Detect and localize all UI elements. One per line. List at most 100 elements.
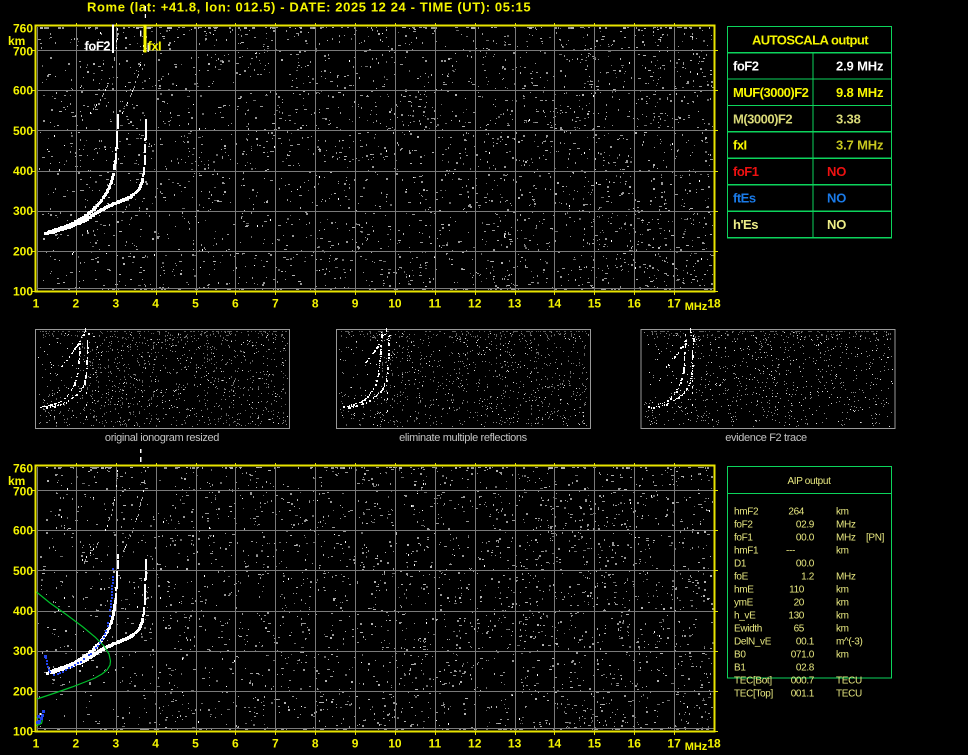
svg-text:400: 400 [13,604,33,618]
svg-text:13: 13 [508,297,522,311]
svg-text:14: 14 [548,297,562,311]
svg-text:TECU: TECU [836,689,862,700]
svg-text:00.1: 00.1 [796,637,815,648]
svg-text:DelN_vE: DelN_vE [734,637,772,648]
svg-text:16: 16 [628,297,642,311]
svg-text:TECU: TECU [836,676,862,687]
svg-text:11: 11 [428,737,441,751]
svg-text:300: 300 [13,204,33,218]
svg-text:200: 200 [13,244,33,258]
svg-text:MHz: MHz [685,741,708,753]
svg-text:NO: NO [827,164,846,179]
svg-text:Ewidth: Ewidth [734,624,762,635]
svg-text:km: km [836,585,849,596]
svg-text:hmF2: hmF2 [734,507,759,518]
svg-text:14: 14 [548,737,562,751]
svg-text:8: 8 [312,297,319,311]
svg-text:NO: NO [827,217,846,232]
svg-text:ymE: ymE [734,598,754,609]
svg-text:600: 600 [13,84,33,98]
svg-text:300: 300 [13,644,33,658]
svg-text:km: km [836,611,849,622]
svg-text:km: km [836,507,849,518]
svg-text:15: 15 [588,297,602,311]
svg-text:7: 7 [272,737,279,751]
svg-text:MUF(3000)F2: MUF(3000)F2 [733,85,809,100]
svg-text:400: 400 [13,164,33,178]
svg-text:---: --- [786,546,795,557]
svg-text:2: 2 [73,297,80,311]
svg-text:264: 264 [788,507,804,518]
svg-text:TEC[Bot]: TEC[Bot] [734,676,772,687]
svg-text:3: 3 [112,297,119,311]
svg-text:km: km [836,650,849,661]
svg-text:foF1: foF1 [734,533,753,544]
svg-text:1.2: 1.2 [801,572,815,583]
svg-text:fxI: fxI [148,39,162,54]
svg-text:500: 500 [13,564,33,578]
svg-text:02.9: 02.9 [796,520,815,531]
svg-text:2.9 MHz: 2.9 MHz [836,58,884,73]
svg-text:1: 1 [33,297,40,311]
svg-text:9: 9 [352,737,359,751]
svg-text:3.7 MHz: 3.7 MHz [836,138,884,153]
svg-text:5: 5 [192,297,199,311]
svg-text:hmE: hmE [734,585,754,596]
svg-text:km: km [836,546,849,557]
svg-text:original ionogram resized: original ionogram resized [105,432,219,444]
svg-text:17: 17 [667,737,681,751]
svg-text:MHz: MHz [836,520,856,531]
svg-text:600: 600 [13,524,33,538]
svg-text:MHz: MHz [836,572,856,583]
svg-text:10: 10 [388,737,402,751]
svg-text:km: km [836,598,849,609]
svg-text:6: 6 [232,297,239,311]
svg-text:001.1: 001.1 [791,689,815,700]
svg-text:foF2: foF2 [85,39,111,54]
svg-text:00.0: 00.0 [796,559,815,570]
svg-text:hmF1: hmF1 [734,546,759,557]
svg-text:foF2: foF2 [734,520,753,531]
svg-text:15: 15 [588,737,602,751]
svg-text:13: 13 [508,737,522,751]
svg-text:7: 7 [272,297,279,311]
svg-text:m^(-3): m^(-3) [836,637,862,648]
svg-text:M(3000)F2: M(3000)F2 [733,111,792,126]
svg-text:h'Es: h'Es [733,217,758,232]
svg-text:6: 6 [232,737,239,751]
svg-text:NO: NO [827,191,846,206]
svg-text:[PN]: [PN] [866,533,885,544]
svg-text:20: 20 [794,598,805,609]
svg-text:00.0: 00.0 [796,533,815,544]
svg-text:fxI: fxI [733,138,747,153]
svg-text:110: 110 [789,585,805,596]
svg-text:km: km [836,624,849,635]
svg-text:eliminate multiple reflections: eliminate multiple reflections [399,432,528,444]
svg-text:16: 16 [628,737,642,751]
svg-text:8: 8 [312,737,319,751]
svg-text:2: 2 [73,737,80,751]
svg-text:km: km [8,474,25,488]
svg-text:km: km [8,34,25,48]
svg-text:MHz: MHz [685,301,708,313]
svg-text:evidence F2 trace: evidence F2 trace [725,432,807,444]
svg-text:ftEs: ftEs [733,191,756,206]
svg-text:foE: foE [734,572,749,583]
svg-text:100: 100 [13,285,33,299]
svg-text:4: 4 [152,297,159,311]
svg-text:100: 100 [13,725,33,739]
svg-text:18: 18 [707,737,721,751]
svg-text:17: 17 [667,297,681,311]
svg-text:4: 4 [152,737,159,751]
svg-text:TEC[Top]: TEC[Top] [734,689,773,700]
svg-text:200: 200 [13,684,33,698]
svg-text:B1: B1 [734,663,746,674]
svg-text:02.8: 02.8 [796,663,815,674]
svg-text:MHz: MHz [836,533,856,544]
svg-text:10: 10 [388,297,402,311]
svg-text:D1: D1 [734,559,747,570]
svg-text:18: 18 [707,297,721,311]
svg-text:h_vE: h_vE [734,611,756,622]
svg-text:130: 130 [788,611,804,622]
svg-text:foF2: foF2 [733,58,759,73]
